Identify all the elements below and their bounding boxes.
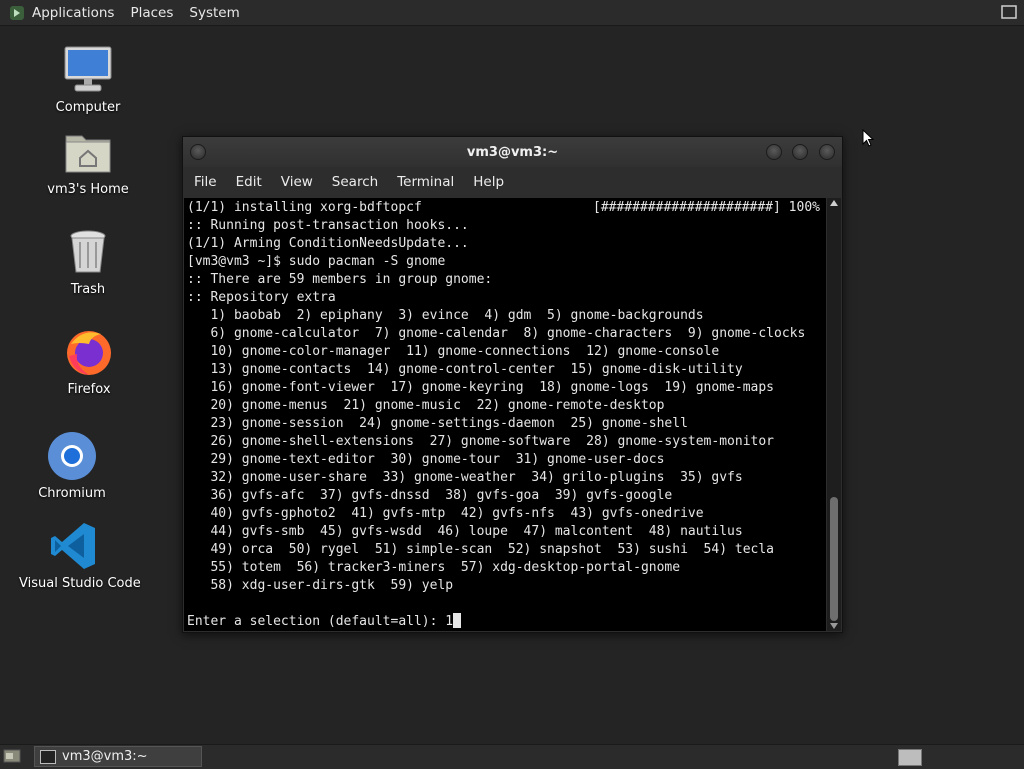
taskbar-window-button[interactable]: vm3@vm3:~: [34, 746, 202, 767]
terminal-line: 55) totem 56) tracker3-miners 57) xdg-de…: [187, 560, 681, 575]
desktop-icon-computer[interactable]: Computer: [33, 44, 143, 115]
terminal-output[interactable]: (1/1) installing xorg-bdftopcf:: Running…: [184, 198, 826, 631]
terminal-line: :: Repository extra: [187, 290, 336, 305]
prompt-text: Enter a selection (default=all):: [187, 614, 446, 629]
distro-logo-icon[interactable]: [8, 4, 26, 22]
terminal-line: :: There are 59 members in group gnome:: [187, 272, 493, 287]
terminal-line: 49) orca 50) rygel 51) simple-scan 52) s…: [187, 542, 774, 557]
chromium-icon: [46, 430, 98, 482]
window-titlebar[interactable]: vm3@vm3:~: [183, 137, 842, 167]
window-title: vm3@vm3:~: [466, 145, 559, 160]
show-desktop-icon[interactable]: [3, 748, 21, 764]
terminal-line: 10) gnome-color-manager 11) gnome-connec…: [187, 344, 720, 359]
menu-edit[interactable]: Edit: [236, 174, 262, 190]
home-folder-icon: [62, 126, 114, 178]
terminal-line: [vm3@vm3 ~]$ sudo pacman -S gnome: [187, 254, 446, 269]
terminal-line: 1) baobab 2) epiphany 3) evince 4) gdm 5…: [187, 308, 704, 323]
text-cursor: [453, 613, 462, 628]
trash-icon: [62, 226, 114, 278]
desktop-icon-chromium[interactable]: Chromium: [17, 430, 127, 501]
desktop-icon-trash[interactable]: Trash: [33, 226, 143, 297]
selection-prompt[interactable]: Enter a selection (default=all): 1: [187, 613, 462, 631]
taskbar-window-title: vm3@vm3:~: [62, 749, 148, 764]
desktop-icon-label: Firefox: [67, 382, 111, 397]
terminal-line: 16) gnome-font-viewer 17) gnome-keyring …: [187, 380, 774, 395]
computer-icon: [62, 44, 114, 96]
terminal-line: 36) gvfs-afc 37) gvfs-dnssd 38) gvfs-goa…: [187, 488, 673, 503]
desktop-icon-label: vm3's Home: [47, 182, 129, 197]
desktop-icon-label: Trash: [70, 282, 106, 297]
places-menu[interactable]: Places: [130, 5, 173, 21]
system-menu[interactable]: System: [189, 5, 239, 21]
vscode-icon: [48, 520, 100, 572]
terminal-line: 32) gnome-user-share 33) gnome-weather 3…: [187, 470, 743, 485]
terminal-line: 26) gnome-shell-extensions 27) gnome-sof…: [187, 434, 774, 449]
close-button[interactable]: [819, 144, 835, 160]
window-menu-button[interactable]: [190, 144, 206, 160]
desktop-icon-label: Visual Studio Code: [19, 576, 141, 591]
terminal-line: 29) gnome-text-editor 30) gnome-tour 31)…: [187, 452, 665, 467]
terminal-scrollbar[interactable]: [827, 198, 841, 631]
terminal-line: (1/1) Arming ConditionNeedsUpdate...: [187, 236, 469, 251]
menu-help[interactable]: Help: [473, 174, 504, 190]
window-list-icon[interactable]: [1000, 3, 1018, 21]
minimize-button[interactable]: [766, 144, 782, 160]
terminal-icon: [40, 749, 56, 764]
terminal-menubar: File Edit View Search Terminal Help: [183, 167, 842, 197]
maximize-button[interactable]: [792, 144, 808, 160]
mouse-pointer-icon: [862, 129, 874, 147]
terminal-line: 23) gnome-session 24) gnome-settings-dae…: [187, 416, 688, 431]
terminal-line: 44) gvfs-smb 45) gvfs-wsdd 46) loupe 47)…: [187, 524, 743, 539]
bottom-panel: vm3@vm3:~: [0, 744, 1024, 769]
desktop-icon-label: Computer: [55, 100, 121, 115]
menu-view[interactable]: View: [281, 174, 313, 190]
terminal-lines: (1/1) installing xorg-bdftopcf:: Running…: [187, 199, 805, 595]
firefox-icon: [63, 326, 115, 378]
menu-terminal[interactable]: Terminal: [397, 174, 454, 190]
terminal-line: 40) gvfs-gphoto2 41) gvfs-mtp 42) gvfs-n…: [187, 506, 704, 521]
terminal-line: 13) gnome-contacts 14) gnome-control-cen…: [187, 362, 743, 377]
menu-file[interactable]: File: [194, 174, 217, 190]
menu-search[interactable]: Search: [332, 174, 378, 190]
progress-bar-text: [######################] 100%: [593, 200, 820, 215]
terminal-line: 6) gnome-calculator 7) gnome-calendar 8)…: [187, 326, 806, 341]
scroll-down-arrow-icon[interactable]: [830, 623, 838, 629]
desktop-icon-vscode[interactable]: Visual Studio Code: [19, 520, 141, 591]
top-panel: Applications Places System: [0, 0, 1024, 26]
applications-menu[interactable]: Applications: [32, 5, 114, 21]
terminal-line: 58) xdg-user-dirs-gtk 59) yelp: [187, 578, 454, 593]
desktop-icon-label: Chromium: [38, 486, 106, 501]
desktop-icon-home[interactable]: vm3's Home: [33, 126, 143, 197]
workspace-switcher[interactable]: [898, 749, 922, 766]
desktop-icon-firefox[interactable]: Firefox: [34, 326, 144, 397]
scroll-up-arrow-icon[interactable]: [830, 200, 838, 206]
terminal-line: :: Running post-transaction hooks...: [187, 218, 469, 233]
prompt-input[interactable]: 1: [445, 614, 453, 629]
scrollbar-thumb[interactable]: [830, 497, 838, 621]
terminal-line: 20) gnome-menus 21) gnome-music 22) gnom…: [187, 398, 665, 413]
terminal-window[interactable]: vm3@vm3:~ File Edit View Search Terminal…: [182, 136, 843, 633]
